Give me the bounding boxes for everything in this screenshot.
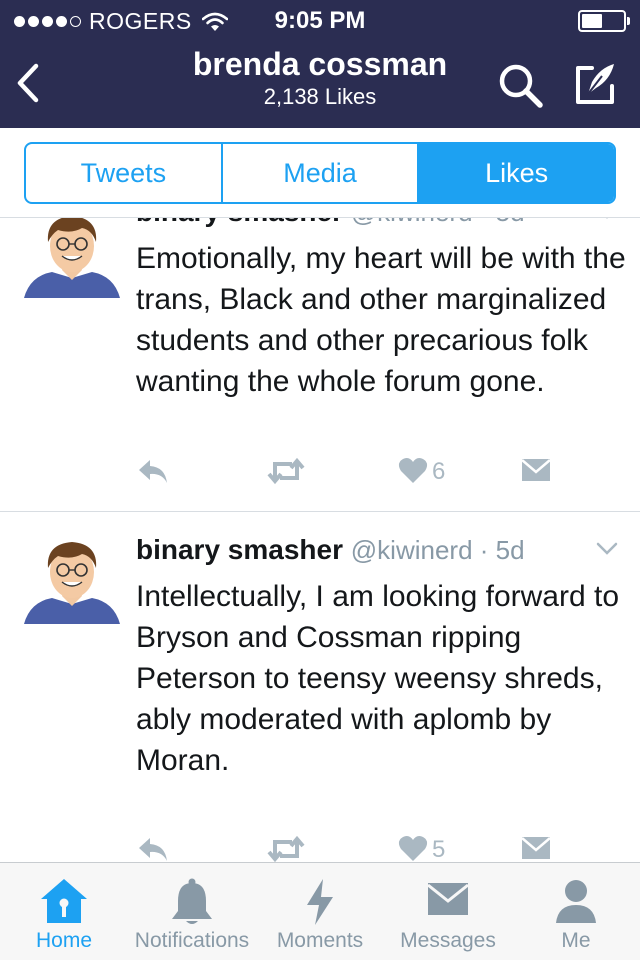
tab-me[interactable]: Me: [512, 863, 640, 960]
profile-header: ROGERS 9:05 PM brenda cossman 2,138 Like…: [0, 0, 640, 128]
heart-icon[interactable]: [398, 834, 428, 862]
tweet-meta: binary smasher @kiwinerd · 5d: [136, 534, 525, 565]
lightning-icon: [307, 879, 333, 925]
tweet-item[interactable]: binary smasher @kiwinerd · 5d Emotionall…: [0, 182, 640, 512]
tweet-text: Intellectually, I am looking forward to …: [136, 580, 620, 777]
envelope-icon: [427, 883, 469, 915]
tab-messages-label: Messages: [400, 929, 496, 952]
tweet-item[interactable]: binary smasher @kiwinerd · 5d Intellectu…: [0, 512, 640, 864]
tab-home[interactable]: Home: [0, 863, 128, 960]
app-root: ROGERS 9:05 PM brenda cossman 2,138 Like…: [0, 0, 640, 960]
chevron-down-icon[interactable]: [596, 542, 618, 556]
segmented-control: Tweets Media Likes: [24, 142, 616, 204]
avatar[interactable]: [22, 532, 122, 632]
home-icon: [41, 879, 87, 923]
compose-button[interactable]: [570, 60, 620, 110]
tab-notifications[interactable]: Notifications: [128, 863, 256, 960]
search-icon: [499, 64, 543, 108]
bottom-tab-bar: Home Notifications Moments Messages Me: [0, 862, 640, 960]
profile-tabs-bar: Tweets Media Likes: [0, 128, 640, 218]
avatar[interactable]: [22, 206, 122, 306]
tweet-text: Emotionally, my heart will be with the t…: [136, 242, 626, 398]
retweet-icon[interactable]: [266, 834, 306, 864]
heart-icon[interactable]: [398, 456, 428, 484]
status-bar: ROGERS 9:05 PM: [0, 0, 640, 40]
tab-me-label: Me: [561, 929, 591, 952]
reply-icon[interactable]: [136, 834, 170, 864]
tweet-actions: 6: [136, 456, 556, 492]
tab-likes[interactable]: Likes: [417, 144, 614, 202]
retweet-icon[interactable]: [266, 456, 306, 486]
direct-message-icon[interactable]: [520, 834, 552, 862]
search-button[interactable]: [496, 62, 546, 110]
compose-icon: [576, 64, 614, 104]
tab-messages[interactable]: Messages: [384, 863, 512, 960]
tab-media[interactable]: Media: [220, 144, 418, 202]
tweet-author-name[interactable]: binary smasher: [136, 534, 343, 565]
bell-icon: [172, 878, 212, 924]
status-time: 9:05 PM: [274, 7, 366, 34]
reply-icon[interactable]: [136, 456, 170, 486]
tab-notifications-label: Notifications: [134, 929, 250, 952]
like-count: 5: [432, 836, 446, 863]
tweet-author-handle: @kiwinerd: [350, 535, 473, 565]
battery-icon: [578, 10, 630, 32]
like-count: 6: [432, 458, 446, 485]
tab-tweets[interactable]: Tweets: [26, 144, 221, 202]
tweet-timestamp: 5d: [495, 535, 525, 565]
direct-message-icon[interactable]: [520, 456, 552, 484]
divider: [0, 217, 640, 218]
tab-moments-label: Moments: [276, 929, 364, 952]
tab-moments[interactable]: Moments: [256, 863, 384, 960]
person-icon: [556, 880, 596, 923]
